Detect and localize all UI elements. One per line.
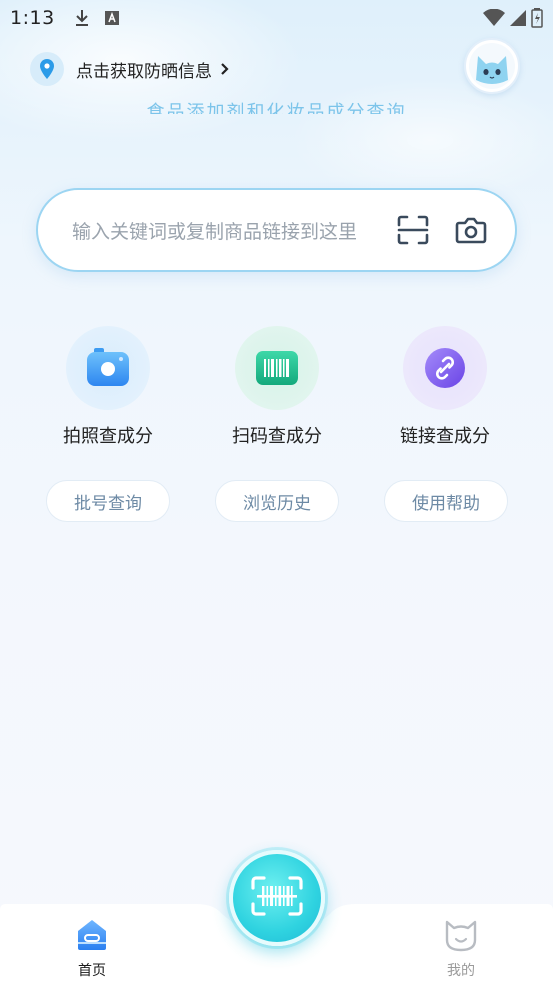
feature-photo-label: 拍照查成分 <box>63 426 153 447</box>
tab-mine[interactable]: 我的 <box>421 918 501 980</box>
status-time: 1:13 <box>10 7 55 29</box>
feature-photo[interactable]: 拍照查成分 <box>33 326 183 448</box>
avatar-cat-icon[interactable] <box>464 38 520 94</box>
camera-icon[interactable] <box>453 212 489 248</box>
tab-mine-label: 我的 <box>447 963 475 979</box>
search-box[interactable]: 输入关键词或复制商品链接到这里 <box>36 188 517 272</box>
signal-icon <box>509 9 527 31</box>
app-subtitle: 食品添加剂和化妆品成分查询 <box>146 102 407 114</box>
link-icon <box>403 326 487 410</box>
feature-link-label: 链接查成分 <box>400 426 490 447</box>
tab-home[interactable]: 首页 <box>52 918 132 980</box>
chevron-right-icon <box>220 62 230 76</box>
location-pin-icon <box>30 52 64 86</box>
scan-button[interactable] <box>229 850 325 946</box>
font-app-icon <box>103 9 121 27</box>
help-button[interactable]: 使用帮助 <box>384 480 508 522</box>
barcode-icon <box>235 326 319 410</box>
batch-number-query-button[interactable]: 批号查询 <box>46 480 170 522</box>
feature-link[interactable]: 链接查成分 <box>370 326 520 448</box>
feature-barcode-label: 扫码查成分 <box>232 426 322 447</box>
wifi-icon <box>483 8 505 31</box>
feature-shortcuts: 拍照查成分 扫码查成分 链接查成分 <box>0 326 553 448</box>
scan-frame-icon[interactable] <box>395 212 431 248</box>
battery-icon <box>531 8 543 32</box>
tab-home-label: 首页 <box>78 963 106 979</box>
location-text: 点击获取防晒信息 <box>76 61 212 82</box>
home-icon <box>75 918 109 956</box>
barcode-scan-icon <box>251 876 303 920</box>
status-right-icons <box>483 8 543 32</box>
feature-barcode[interactable]: 扫码查成分 <box>202 326 352 448</box>
camera-icon <box>66 326 150 410</box>
browse-history-button[interactable]: 浏览历史 <box>215 480 339 522</box>
download-icon <box>73 9 91 27</box>
cat-profile-icon <box>444 918 478 956</box>
quick-links: 批号查询 浏览历史 使用帮助 <box>0 480 553 522</box>
status-bar: 1:13 <box>0 0 553 36</box>
location-prompt[interactable]: 点击获取防晒信息 <box>30 52 230 86</box>
search-input[interactable]: 输入关键词或复制商品链接到这里 <box>72 217 385 244</box>
